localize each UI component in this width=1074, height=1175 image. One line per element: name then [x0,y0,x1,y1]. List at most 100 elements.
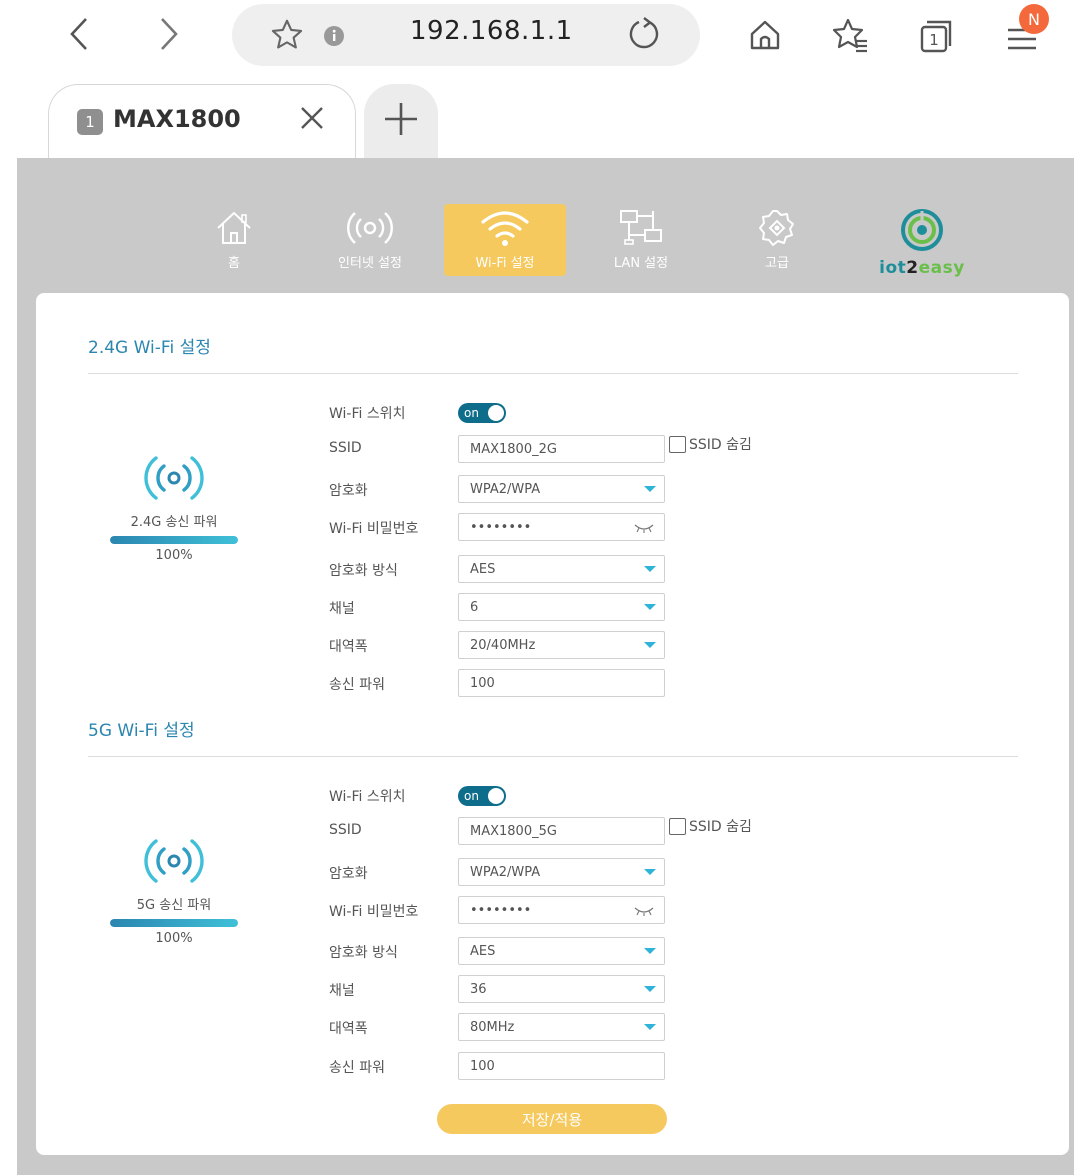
ssid-hide-label: SSID 숨김 [689,819,752,835]
encryption-value-2g: WPA2/WPA [470,481,541,497]
label-encryption-2g: 암호화 [329,483,368,499]
nav-item-wifi[interactable]: Wi-Fi 설정 [444,204,566,276]
label-ssid-2g: SSID [329,440,362,456]
nav-label-advanced: 고급 [765,256,789,271]
forward-icon[interactable] [152,14,186,54]
power-bar-5g [110,919,238,927]
label-cipher-5g: 암호화 방식 [329,945,398,961]
browser-toolbar: 192.168.1.1 1 N [0,0,1074,70]
tab-switcher-icon[interactable]: 1 [914,14,958,58]
ssid-hide-checkbox-2g[interactable]: SSID 숨김 [669,434,752,454]
channel-value-2g: 6 [470,599,479,615]
ssid-input-5g[interactable]: MAX1800_5G [458,817,665,845]
ssid-value-2g: MAX1800_2G [470,441,557,457]
dropdown-caret-icon [644,986,656,992]
tab-count: 1 [929,31,939,49]
broadcast-icon [143,453,205,507]
nav-label-internet: 인터넷 설정 [338,256,402,271]
checkbox-box[interactable] [669,435,686,453]
tab-title: MAX1800 [113,105,241,133]
label-password-5g: Wi-Fi 비밀번호 [329,904,419,920]
broadcast-icon [143,836,205,890]
url-text[interactable]: 192.168.1.1 [410,16,573,46]
cipher-value-5g: AES [470,943,496,959]
section-title-5g: 5G Wi-Fi 설정 [88,721,195,741]
power-label-2g: 2.4G 송신 파워 [130,515,218,530]
ssid-hide-checkbox-5g[interactable]: SSID 숨김 [669,816,752,836]
power-bar-2g [110,536,238,544]
channel-select-5g[interactable]: 36 [458,975,665,1003]
reload-icon[interactable] [624,14,664,54]
cipher-select-5g[interactable]: AES [458,937,665,965]
tab-number: 1 [77,109,103,135]
new-tab-button[interactable] [364,84,438,158]
tx-power-input-2g[interactable]: 100 [458,669,665,697]
channel-select-2g[interactable]: 6 [458,593,665,621]
broadcast-icon [345,206,395,250]
save-apply-button[interactable]: 저장/적용 [437,1104,667,1134]
encryption-select-5g[interactable]: WPA2/WPA [458,858,665,886]
label-channel-5g: 채널 [329,983,355,999]
nav-item-lan[interactable]: LAN 설정 [580,204,702,276]
dropdown-caret-icon [644,948,656,954]
label-wifi-switch-5g: Wi-Fi 스위치 [329,789,406,805]
password-input-5g[interactable]: •••••••• [458,896,665,924]
encryption-select-2g[interactable]: WPA2/WPA [458,475,665,503]
channel-value-5g: 36 [470,981,487,997]
dropdown-caret-icon [644,1024,656,1030]
tx-power-value-2g: 100 [470,675,495,691]
tab-strip: 1 MAX1800 [0,80,1074,158]
label-bandwidth-2g: 대역폭 [329,639,368,655]
home-icon [214,206,254,250]
close-tab-icon[interactable] [299,105,325,135]
gear-icon [757,206,797,250]
home-icon[interactable] [744,14,786,56]
power-indicator-5g: 5G 송신 파워 100% [110,836,238,946]
ssid-hide-label: SSID 숨김 [689,437,752,453]
back-icon[interactable] [62,14,96,54]
tx-power-input-5g[interactable]: 100 [458,1052,665,1080]
nav-item-internet[interactable]: 인터넷 설정 [309,204,431,276]
toggle-knob [488,405,504,421]
toggle-text: on [464,406,479,420]
bandwidth-value-2g: 20/40MHz [470,637,536,653]
wifi-switch-toggle-5g[interactable]: on [458,786,506,806]
dropdown-caret-icon [644,642,656,648]
bandwidth-select-5g[interactable]: 80MHz [458,1013,665,1041]
nav-label-lan: LAN 설정 [613,256,669,271]
label-wifi-switch-2g: Wi-Fi 스위치 [329,406,406,422]
logo-swirl-icon [899,208,945,256]
site-info-icon[interactable] [322,24,346,48]
toggle-knob [488,788,504,804]
password-value-5g: •••••••• [470,902,532,918]
label-cipher-2g: 암호화 방식 [329,563,398,579]
cipher-value-2g: AES [470,561,496,577]
wifi-icon [479,206,531,250]
nav-item-advanced[interactable]: 고급 [716,204,838,276]
bandwidth-value-5g: 80MHz [470,1019,515,1035]
bookmark-star-icon[interactable] [268,16,306,54]
power-percent-2g: 100% [155,548,193,563]
main-nav: 홈 인터넷 설정 Wi-Fi 설정 LAN 설정 고급 iot2easy [17,158,1074,288]
power-percent-5g: 100% [155,931,193,946]
nav-item-home[interactable]: 홈 [173,204,295,276]
label-tx-power-5g: 송신 파워 [329,1060,385,1076]
eye-closed-icon[interactable] [634,522,654,538]
label-ssid-5g: SSID [329,822,362,838]
browser-tab[interactable]: 1 MAX1800 [48,84,356,158]
network-icon [616,206,666,250]
ssid-input-2g[interactable]: MAX1800_2G [458,435,665,463]
logo-wordmark: iot2easy [879,258,965,278]
power-indicator-2g: 2.4G 송신 파워 100% [110,453,238,563]
bookmarks-list-icon[interactable] [828,14,872,58]
power-fill-5g [110,919,238,927]
eye-closed-icon[interactable] [634,905,654,921]
wifi-switch-toggle-2g[interactable]: on [458,403,506,423]
bandwidth-select-2g[interactable]: 20/40MHz [458,631,665,659]
iot2easy-logo[interactable]: iot2easy [867,208,977,278]
checkbox-box[interactable] [669,817,686,835]
cipher-select-2g[interactable]: AES [458,555,665,583]
password-input-2g[interactable]: •••••••• [458,513,665,541]
encryption-value-5g: WPA2/WPA [470,864,541,880]
ssid-value-5g: MAX1800_5G [470,823,557,839]
